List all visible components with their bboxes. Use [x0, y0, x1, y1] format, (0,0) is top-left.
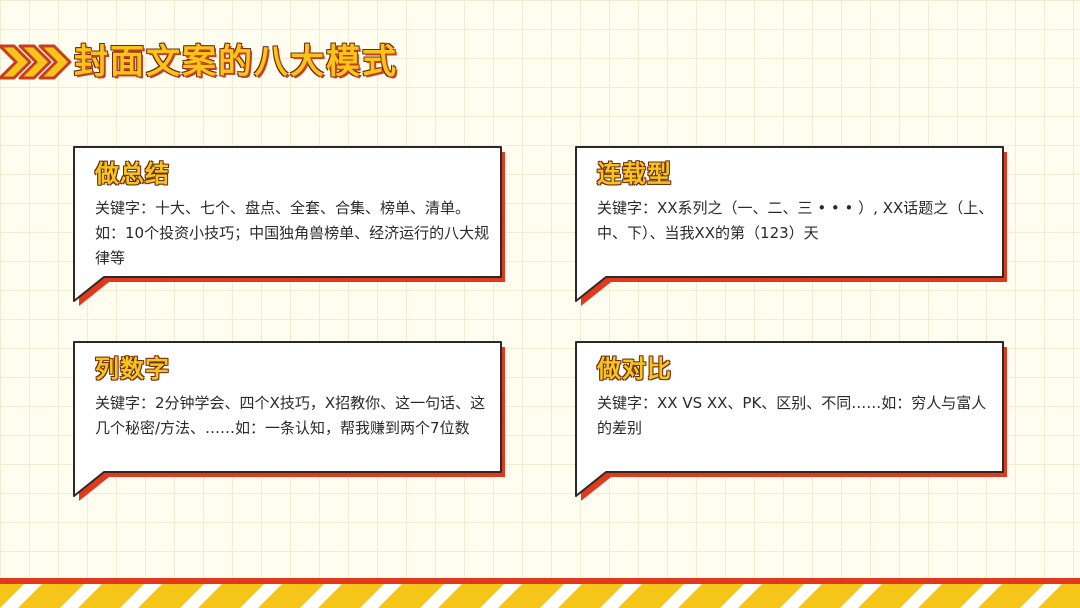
card-text: 关键字：XX VS XX、PK、区别、不同……如：穷人与富人的差别 — [597, 394, 987, 437]
card-title: 做对比 — [597, 355, 672, 383]
hazard-stripe-border — [0, 578, 1080, 608]
card-title: 连载型 — [597, 160, 672, 188]
card-text: 关键字：2分钟学会、四个X技巧，X招教你、这一句话、这几个秘密/方法、……如：一… — [95, 394, 486, 437]
chevron-right-icon — [0, 44, 72, 80]
page-title: 封面文案的八大模式 — [74, 42, 398, 82]
card-summary: 做总结 关键字：十大、七个、盘点、全套、合集、榜单、清单。如：10个投资小技巧；… — [73, 146, 507, 306]
card-text: 关键字：XX系列之（一、二、三 • • • ）, XX话题之（上、中、下）、当我… — [597, 199, 994, 242]
card-text: 关键字：十大、七个、盘点、全套、合集、榜单、清单。如：10个投资小技巧；中国独角… — [95, 199, 490, 267]
card-serial: 连载型 关键字：XX系列之（一、二、三 • • • ）, XX话题之（上、中、下… — [575, 146, 1009, 306]
card-comparison: 做对比 关键字：XX VS XX、PK、区别、不同……如：穷人与富人的差别 — [575, 341, 1009, 501]
card-title: 做总结 — [95, 160, 170, 188]
card-title: 列数字 — [95, 355, 170, 383]
card-numbers: 列数字 关键字：2分钟学会、四个X技巧，X招教你、这一句话、这几个秘密/方法、…… — [73, 341, 507, 501]
